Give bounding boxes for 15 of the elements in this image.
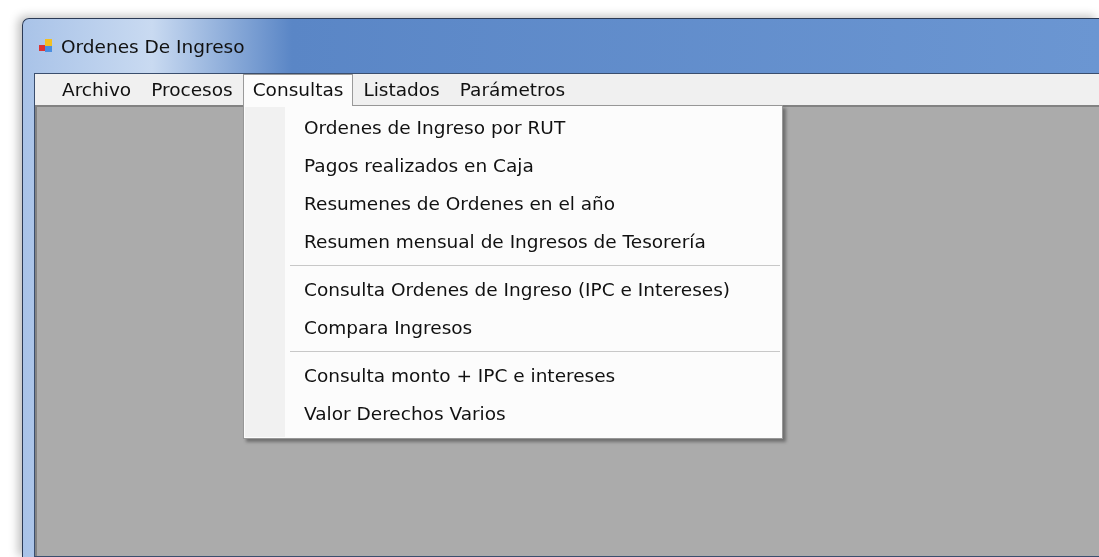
menu-item[interactable]: Parámetros: [449, 74, 576, 105]
menu-item[interactable]: Listados: [353, 74, 450, 105]
dropdown-item[interactable]: Ordenes de Ingreso por RUT: [244, 109, 782, 147]
dropdown-item[interactable]: Compara Ingresos: [244, 309, 782, 347]
dropdown-item[interactable]: Resumen mensual de Ingresos de Tesorería: [244, 223, 782, 261]
menu-item[interactable]: Procesos: [141, 74, 243, 105]
dropdown-item[interactable]: Consulta monto + IPC e intereses: [244, 357, 782, 395]
dropdown-item[interactable]: Consulta Ordenes de Ingreso (IPC e Intereses): [244, 271, 782, 309]
app-icon: [39, 39, 53, 53]
menu-item[interactable]: Consultas: [242, 74, 354, 106]
window-title: Ordenes De Ingreso: [61, 35, 245, 57]
dropdown-item[interactable]: Resumenes de Ordenes en el año: [244, 185, 782, 223]
dropdown-item[interactable]: Pagos realizados en Caja: [244, 147, 782, 185]
menu-item[interactable]: Archivo: [52, 74, 142, 105]
dropdown-item[interactable]: Valor Derechos Varios: [244, 395, 782, 433]
